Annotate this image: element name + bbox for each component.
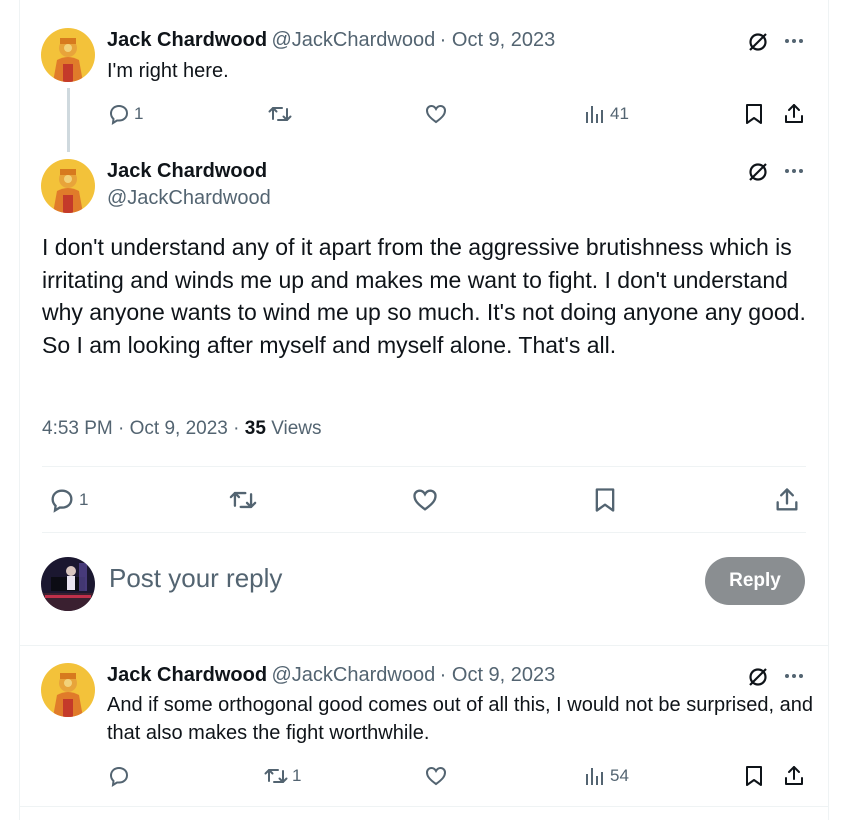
reply-icon <box>48 486 76 514</box>
tweet-date[interactable]: · Oct 9, 2023 <box>440 664 556 686</box>
bookmark-icon <box>743 764 765 788</box>
tweet-header: Jack Chardwood @JackChardwood · Oct 9, 2… <box>107 29 555 52</box>
bookmark-button[interactable] <box>743 102 765 126</box>
author-handle[interactable]: @JackChardwood <box>272 29 436 51</box>
main-author-handle-row: @JackChardwood <box>107 187 271 210</box>
tweet-text: And if some orthogonal good comes out of… <box>107 694 813 744</box>
bookmark-button[interactable] <box>743 764 765 788</box>
divider <box>20 806 828 807</box>
more-icon[interactable] <box>783 665 805 687</box>
verified-off-icon[interactable] <box>746 665 770 689</box>
repost-button[interactable] <box>228 486 258 514</box>
repost-button[interactable] <box>267 102 296 126</box>
share-icon <box>782 764 806 788</box>
like-button[interactable] <box>424 102 448 126</box>
reply-count: 1 <box>79 490 89 509</box>
reply-icon <box>107 102 131 126</box>
more-icon[interactable] <box>783 160 805 182</box>
thread-line <box>67 88 70 152</box>
author-name[interactable]: Jack Chardwood <box>107 664 267 686</box>
author-name[interactable]: Jack Chardwood <box>107 160 267 182</box>
repost-icon <box>228 486 258 514</box>
views-count: 35 <box>244 418 266 439</box>
share-icon <box>773 486 801 514</box>
author-avatar[interactable] <box>41 28 95 82</box>
like-icon <box>424 102 448 126</box>
verified-off-icon[interactable] <box>746 160 770 184</box>
author-handle[interactable]: @JackChardwood <box>272 664 436 686</box>
author-handle[interactable]: @JackChardwood <box>107 187 271 209</box>
reply-count: 1 <box>134 104 144 123</box>
views-button[interactable]: 54 <box>583 764 629 788</box>
reply-button[interactable]: 1 <box>107 102 143 126</box>
reply-icon <box>107 764 131 788</box>
author-avatar[interactable] <box>41 663 95 717</box>
divider <box>42 466 806 467</box>
tweet-metadata: 4:53 PM · Oct 9, 2023 · 35 Views <box>42 418 322 440</box>
reply-submit-button[interactable]: Reply <box>705 557 805 605</box>
repost-icon <box>267 102 293 126</box>
repost-icon <box>263 764 289 788</box>
views-icon <box>583 102 607 126</box>
share-button[interactable] <box>782 102 806 126</box>
views-label: Views <box>271 418 322 439</box>
author-avatar[interactable] <box>41 159 95 213</box>
bookmark-button[interactable] <box>592 486 618 514</box>
divider <box>20 645 828 646</box>
like-icon <box>411 486 439 514</box>
reply-button[interactable]: 1 <box>48 486 88 514</box>
views-count: 54 <box>610 766 629 785</box>
main-tweet-text: I don't understand any of it apart from … <box>42 234 806 358</box>
like-icon <box>424 764 448 788</box>
views-button[interactable]: 41 <box>583 102 629 126</box>
repost-button[interactable]: 1 <box>263 764 301 788</box>
reply-button[interactable] <box>107 764 134 788</box>
like-button[interactable] <box>411 486 439 514</box>
current-user-avatar[interactable] <box>41 557 95 611</box>
more-icon[interactable] <box>783 30 805 52</box>
like-button[interactable] <box>424 764 448 788</box>
main-author-name-row: Jack Chardwood <box>107 160 267 183</box>
share-icon <box>782 102 806 126</box>
views-icon <box>583 764 607 788</box>
views-count: 41 <box>610 104 629 123</box>
tweet-date[interactable]: · Oct 9, 2023 <box>440 29 556 51</box>
share-button[interactable] <box>773 486 801 514</box>
share-button[interactable] <box>782 764 806 788</box>
reply-input[interactable]: Post your reply <box>109 563 282 594</box>
tweet-header: Jack Chardwood @JackChardwood · Oct 9, 2… <box>107 664 555 687</box>
tweet-timestamp[interactable]: 4:53 PM · Oct 9, 2023 · <box>42 418 239 439</box>
repost-count: 1 <box>292 766 302 785</box>
bookmark-icon <box>743 102 765 126</box>
bookmark-icon <box>592 486 618 514</box>
verified-off-icon[interactable] <box>746 30 770 54</box>
tweet-text: I'm right here. <box>107 60 229 82</box>
conversation-column: Jack Chardwood @JackChardwood · Oct 9, 2… <box>19 0 829 820</box>
author-name[interactable]: Jack Chardwood <box>107 29 267 51</box>
divider <box>42 532 806 533</box>
